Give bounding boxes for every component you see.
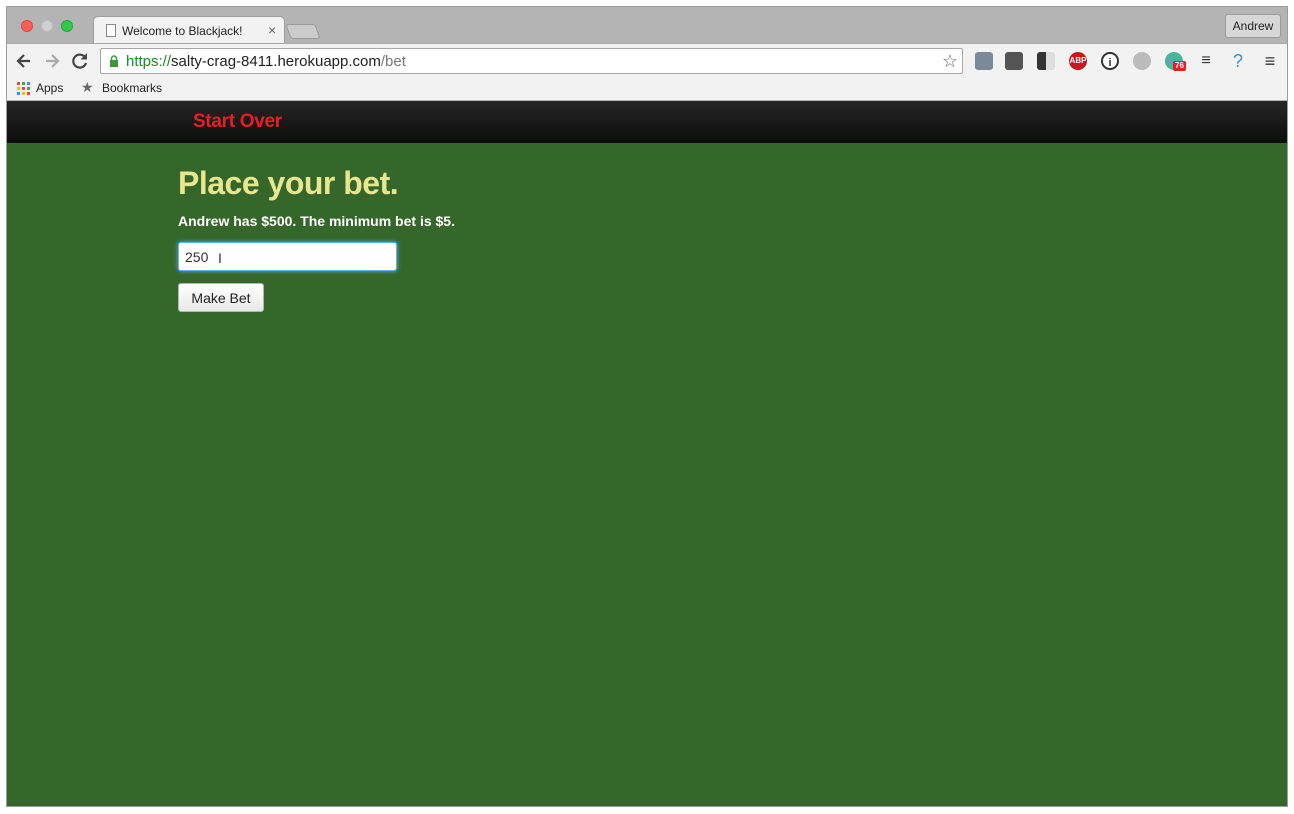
site-navbar: Start Over <box>7 101 1287 143</box>
profile-button[interactable]: Andrew <box>1225 14 1281 38</box>
balance-info: Andrew has $500. The minimum bet is $5. <box>178 213 455 229</box>
traffic-extension-icon[interactable]: ≡ <box>1197 52 1215 70</box>
bet-amount-input[interactable] <box>178 242 397 271</box>
browser-toolbar: https://salty-crag-8411.herokuapp.com/be… <box>7 43 1287 77</box>
zoom-window-button[interactable] <box>61 20 73 32</box>
new-tab-button[interactable] <box>285 24 321 39</box>
text-cursor-icon: I <box>218 250 222 266</box>
bookmarks-bar: Apps ★ Bookmarks <box>7 77 1287 101</box>
browser-tab[interactable]: Welcome to Blackjack! × <box>93 16 285 44</box>
bookmarks-star-icon: ★ <box>81 79 94 95</box>
badge-extension-icon[interactable]: 76 <box>1165 52 1186 71</box>
reload-icon[interactable] <box>69 50 91 72</box>
menu-icon[interactable]: ≡ <box>1261 52 1279 70</box>
page-title: Place your bet. <box>178 165 399 201</box>
evernote-extension-icon[interactable] <box>1005 52 1023 70</box>
close-window-button[interactable] <box>21 20 33 32</box>
tab-strip: Welcome to Blackjack! × Andrew <box>7 7 1287 44</box>
onepassword-extension-icon[interactable]: i <box>1101 52 1119 70</box>
delicious-extension-icon[interactable] <box>1037 52 1055 70</box>
hangouts-extension-icon[interactable] <box>1133 52 1151 70</box>
back-icon[interactable] <box>13 50 35 72</box>
browser-window: Welcome to Blackjack! × Andrew https://s… <box>6 6 1288 807</box>
apps-bookmark[interactable]: Apps <box>36 81 63 95</box>
page-content: Start Over Place your bet. Andrew has $5… <box>7 101 1287 806</box>
adblock-extension-icon[interactable]: ABP <box>1069 52 1087 70</box>
help-extension-icon[interactable]: ? <box>1229 52 1247 70</box>
apps-grid-icon[interactable] <box>17 82 30 95</box>
make-bet-button[interactable]: Make Bet <box>178 283 264 312</box>
tab-title: Welcome to Blackjack! <box>122 24 243 38</box>
tab-close-icon[interactable]: × <box>268 22 276 38</box>
bookmarks-folder[interactable]: Bookmarks <box>102 81 162 95</box>
minimize-window-button[interactable] <box>41 20 53 32</box>
bookmark-star-icon[interactable]: ☆ <box>942 51 958 72</box>
forward-icon[interactable] <box>41 50 63 72</box>
lock-icon <box>110 55 118 67</box>
page-icon <box>106 24 116 37</box>
start-over-link[interactable]: Start Over <box>193 111 282 133</box>
address-bar[interactable]: https://salty-crag-8411.herokuapp.com/be… <box>100 48 963 74</box>
extension-badge: 76 <box>1173 61 1186 71</box>
url-text: https://salty-crag-8411.herokuapp.com/be… <box>126 53 406 70</box>
eyedropper-extension-icon[interactable] <box>975 52 993 70</box>
